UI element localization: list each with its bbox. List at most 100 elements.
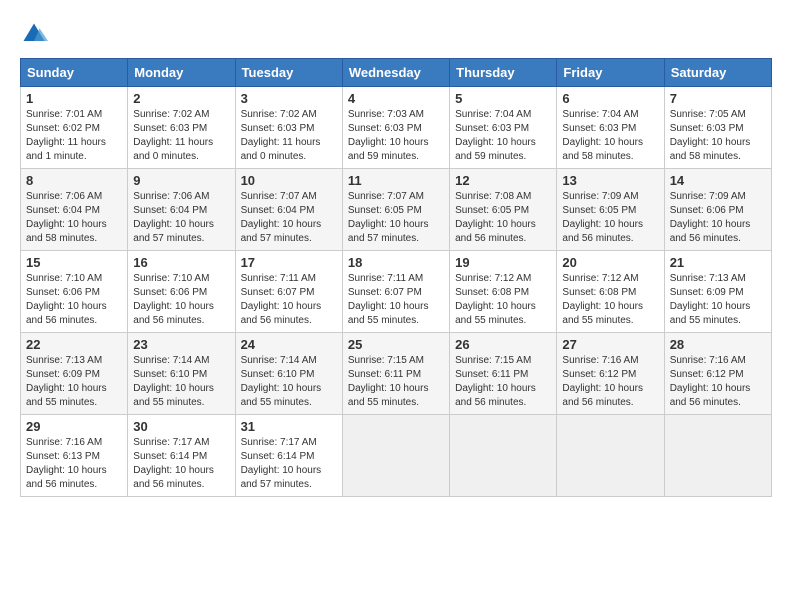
day-number: 13 (562, 173, 658, 188)
day-number: 28 (670, 337, 766, 352)
day-info: Sunrise: 7:15 AMSunset: 6:11 PMDaylight:… (348, 354, 444, 410)
day-number: 27 (562, 337, 658, 352)
calendar-cell: 13 Sunrise: 7:09 AMSunset: 6:05 PMDaylig… (557, 169, 664, 251)
calendar-cell: 24 Sunrise: 7:14 AMSunset: 6:10 PMDaylig… (235, 333, 342, 415)
calendar-cell: 21 Sunrise: 7:13 AMSunset: 6:09 PMDaylig… (664, 251, 771, 333)
calendar-cell: 10 Sunrise: 7:07 AMSunset: 6:04 PMDaylig… (235, 169, 342, 251)
day-number: 21 (670, 255, 766, 270)
logo (20, 20, 52, 48)
calendar-cell (450, 415, 557, 497)
calendar-cell: 30 Sunrise: 7:17 AMSunset: 6:14 PMDaylig… (128, 415, 235, 497)
calendar-cell: 4 Sunrise: 7:03 AMSunset: 6:03 PMDayligh… (342, 87, 449, 169)
day-info: Sunrise: 7:16 AMSunset: 6:12 PMDaylight:… (670, 354, 766, 410)
calendar-cell: 20 Sunrise: 7:12 AMSunset: 6:08 PMDaylig… (557, 251, 664, 333)
day-number: 29 (26, 419, 122, 434)
day-info: Sunrise: 7:16 AMSunset: 6:12 PMDaylight:… (562, 354, 658, 410)
day-number: 10 (241, 173, 337, 188)
day-info: Sunrise: 7:11 AMSunset: 6:07 PMDaylight:… (348, 272, 444, 328)
weekday-header-tuesday: Tuesday (235, 59, 342, 87)
calendar-cell: 9 Sunrise: 7:06 AMSunset: 6:04 PMDayligh… (128, 169, 235, 251)
day-number: 19 (455, 255, 551, 270)
weekday-header-wednesday: Wednesday (342, 59, 449, 87)
day-info: Sunrise: 7:16 AMSunset: 6:13 PMDaylight:… (26, 436, 122, 492)
day-number: 17 (241, 255, 337, 270)
day-number: 20 (562, 255, 658, 270)
calendar-cell: 19 Sunrise: 7:12 AMSunset: 6:08 PMDaylig… (450, 251, 557, 333)
day-number: 2 (133, 91, 229, 106)
calendar-cell: 8 Sunrise: 7:06 AMSunset: 6:04 PMDayligh… (21, 169, 128, 251)
day-info: Sunrise: 7:04 AMSunset: 6:03 PMDaylight:… (455, 108, 551, 164)
day-info: Sunrise: 7:01 AMSunset: 6:02 PMDaylight:… (26, 108, 122, 164)
day-info: Sunrise: 7:04 AMSunset: 6:03 PMDaylight:… (562, 108, 658, 164)
day-info: Sunrise: 7:02 AMSunset: 6:03 PMDaylight:… (133, 108, 229, 164)
calendar-cell: 3 Sunrise: 7:02 AMSunset: 6:03 PMDayligh… (235, 87, 342, 169)
day-number: 31 (241, 419, 337, 434)
weekday-header-saturday: Saturday (664, 59, 771, 87)
day-number: 24 (241, 337, 337, 352)
day-number: 8 (26, 173, 122, 188)
calendar-cell: 16 Sunrise: 7:10 AMSunset: 6:06 PMDaylig… (128, 251, 235, 333)
day-info: Sunrise: 7:05 AMSunset: 6:03 PMDaylight:… (670, 108, 766, 164)
calendar-cell (557, 415, 664, 497)
day-number: 7 (670, 91, 766, 106)
weekday-header-friday: Friday (557, 59, 664, 87)
day-number: 25 (348, 337, 444, 352)
calendar-week-1: 1 Sunrise: 7:01 AMSunset: 6:02 PMDayligh… (21, 87, 772, 169)
day-info: Sunrise: 7:09 AMSunset: 6:06 PMDaylight:… (670, 190, 766, 246)
calendar-cell: 14 Sunrise: 7:09 AMSunset: 6:06 PMDaylig… (664, 169, 771, 251)
weekday-header-row: SundayMondayTuesdayWednesdayThursdayFrid… (21, 59, 772, 87)
calendar-cell: 29 Sunrise: 7:16 AMSunset: 6:13 PMDaylig… (21, 415, 128, 497)
day-number: 4 (348, 91, 444, 106)
calendar-cell: 26 Sunrise: 7:15 AMSunset: 6:11 PMDaylig… (450, 333, 557, 415)
day-info: Sunrise: 7:07 AMSunset: 6:05 PMDaylight:… (348, 190, 444, 246)
day-info: Sunrise: 7:15 AMSunset: 6:11 PMDaylight:… (455, 354, 551, 410)
calendar-cell: 18 Sunrise: 7:11 AMSunset: 6:07 PMDaylig… (342, 251, 449, 333)
weekday-header-monday: Monday (128, 59, 235, 87)
calendar-cell: 28 Sunrise: 7:16 AMSunset: 6:12 PMDaylig… (664, 333, 771, 415)
day-number: 15 (26, 255, 122, 270)
day-info: Sunrise: 7:07 AMSunset: 6:04 PMDaylight:… (241, 190, 337, 246)
day-number: 3 (241, 91, 337, 106)
day-info: Sunrise: 7:06 AMSunset: 6:04 PMDaylight:… (133, 190, 229, 246)
calendar-cell: 11 Sunrise: 7:07 AMSunset: 6:05 PMDaylig… (342, 169, 449, 251)
day-number: 11 (348, 173, 444, 188)
calendar-table: SundayMondayTuesdayWednesdayThursdayFrid… (20, 58, 772, 497)
day-number: 9 (133, 173, 229, 188)
calendar-cell: 31 Sunrise: 7:17 AMSunset: 6:14 PMDaylig… (235, 415, 342, 497)
day-info: Sunrise: 7:14 AMSunset: 6:10 PMDaylight:… (133, 354, 229, 410)
day-number: 18 (348, 255, 444, 270)
weekday-header-sunday: Sunday (21, 59, 128, 87)
day-info: Sunrise: 7:12 AMSunset: 6:08 PMDaylight:… (562, 272, 658, 328)
day-number: 6 (562, 91, 658, 106)
calendar-cell: 27 Sunrise: 7:16 AMSunset: 6:12 PMDaylig… (557, 333, 664, 415)
calendar-week-2: 8 Sunrise: 7:06 AMSunset: 6:04 PMDayligh… (21, 169, 772, 251)
calendar-cell: 12 Sunrise: 7:08 AMSunset: 6:05 PMDaylig… (450, 169, 557, 251)
calendar-cell: 1 Sunrise: 7:01 AMSunset: 6:02 PMDayligh… (21, 87, 128, 169)
day-info: Sunrise: 7:12 AMSunset: 6:08 PMDaylight:… (455, 272, 551, 328)
calendar-cell (342, 415, 449, 497)
day-info: Sunrise: 7:03 AMSunset: 6:03 PMDaylight:… (348, 108, 444, 164)
day-info: Sunrise: 7:13 AMSunset: 6:09 PMDaylight:… (26, 354, 122, 410)
day-number: 1 (26, 91, 122, 106)
calendar-cell: 5 Sunrise: 7:04 AMSunset: 6:03 PMDayligh… (450, 87, 557, 169)
day-info: Sunrise: 7:09 AMSunset: 6:05 PMDaylight:… (562, 190, 658, 246)
calendar-cell: 23 Sunrise: 7:14 AMSunset: 6:10 PMDaylig… (128, 333, 235, 415)
calendar-cell: 25 Sunrise: 7:15 AMSunset: 6:11 PMDaylig… (342, 333, 449, 415)
day-info: Sunrise: 7:17 AMSunset: 6:14 PMDaylight:… (241, 436, 337, 492)
day-info: Sunrise: 7:14 AMSunset: 6:10 PMDaylight:… (241, 354, 337, 410)
page-header (20, 20, 772, 48)
day-number: 16 (133, 255, 229, 270)
day-info: Sunrise: 7:02 AMSunset: 6:03 PMDaylight:… (241, 108, 337, 164)
day-number: 5 (455, 91, 551, 106)
day-number: 22 (26, 337, 122, 352)
calendar-cell: 6 Sunrise: 7:04 AMSunset: 6:03 PMDayligh… (557, 87, 664, 169)
day-info: Sunrise: 7:06 AMSunset: 6:04 PMDaylight:… (26, 190, 122, 246)
day-number: 23 (133, 337, 229, 352)
day-info: Sunrise: 7:17 AMSunset: 6:14 PMDaylight:… (133, 436, 229, 492)
day-info: Sunrise: 7:10 AMSunset: 6:06 PMDaylight:… (26, 272, 122, 328)
calendar-cell: 22 Sunrise: 7:13 AMSunset: 6:09 PMDaylig… (21, 333, 128, 415)
day-info: Sunrise: 7:13 AMSunset: 6:09 PMDaylight:… (670, 272, 766, 328)
calendar-cell: 2 Sunrise: 7:02 AMSunset: 6:03 PMDayligh… (128, 87, 235, 169)
day-info: Sunrise: 7:08 AMSunset: 6:05 PMDaylight:… (455, 190, 551, 246)
day-number: 12 (455, 173, 551, 188)
